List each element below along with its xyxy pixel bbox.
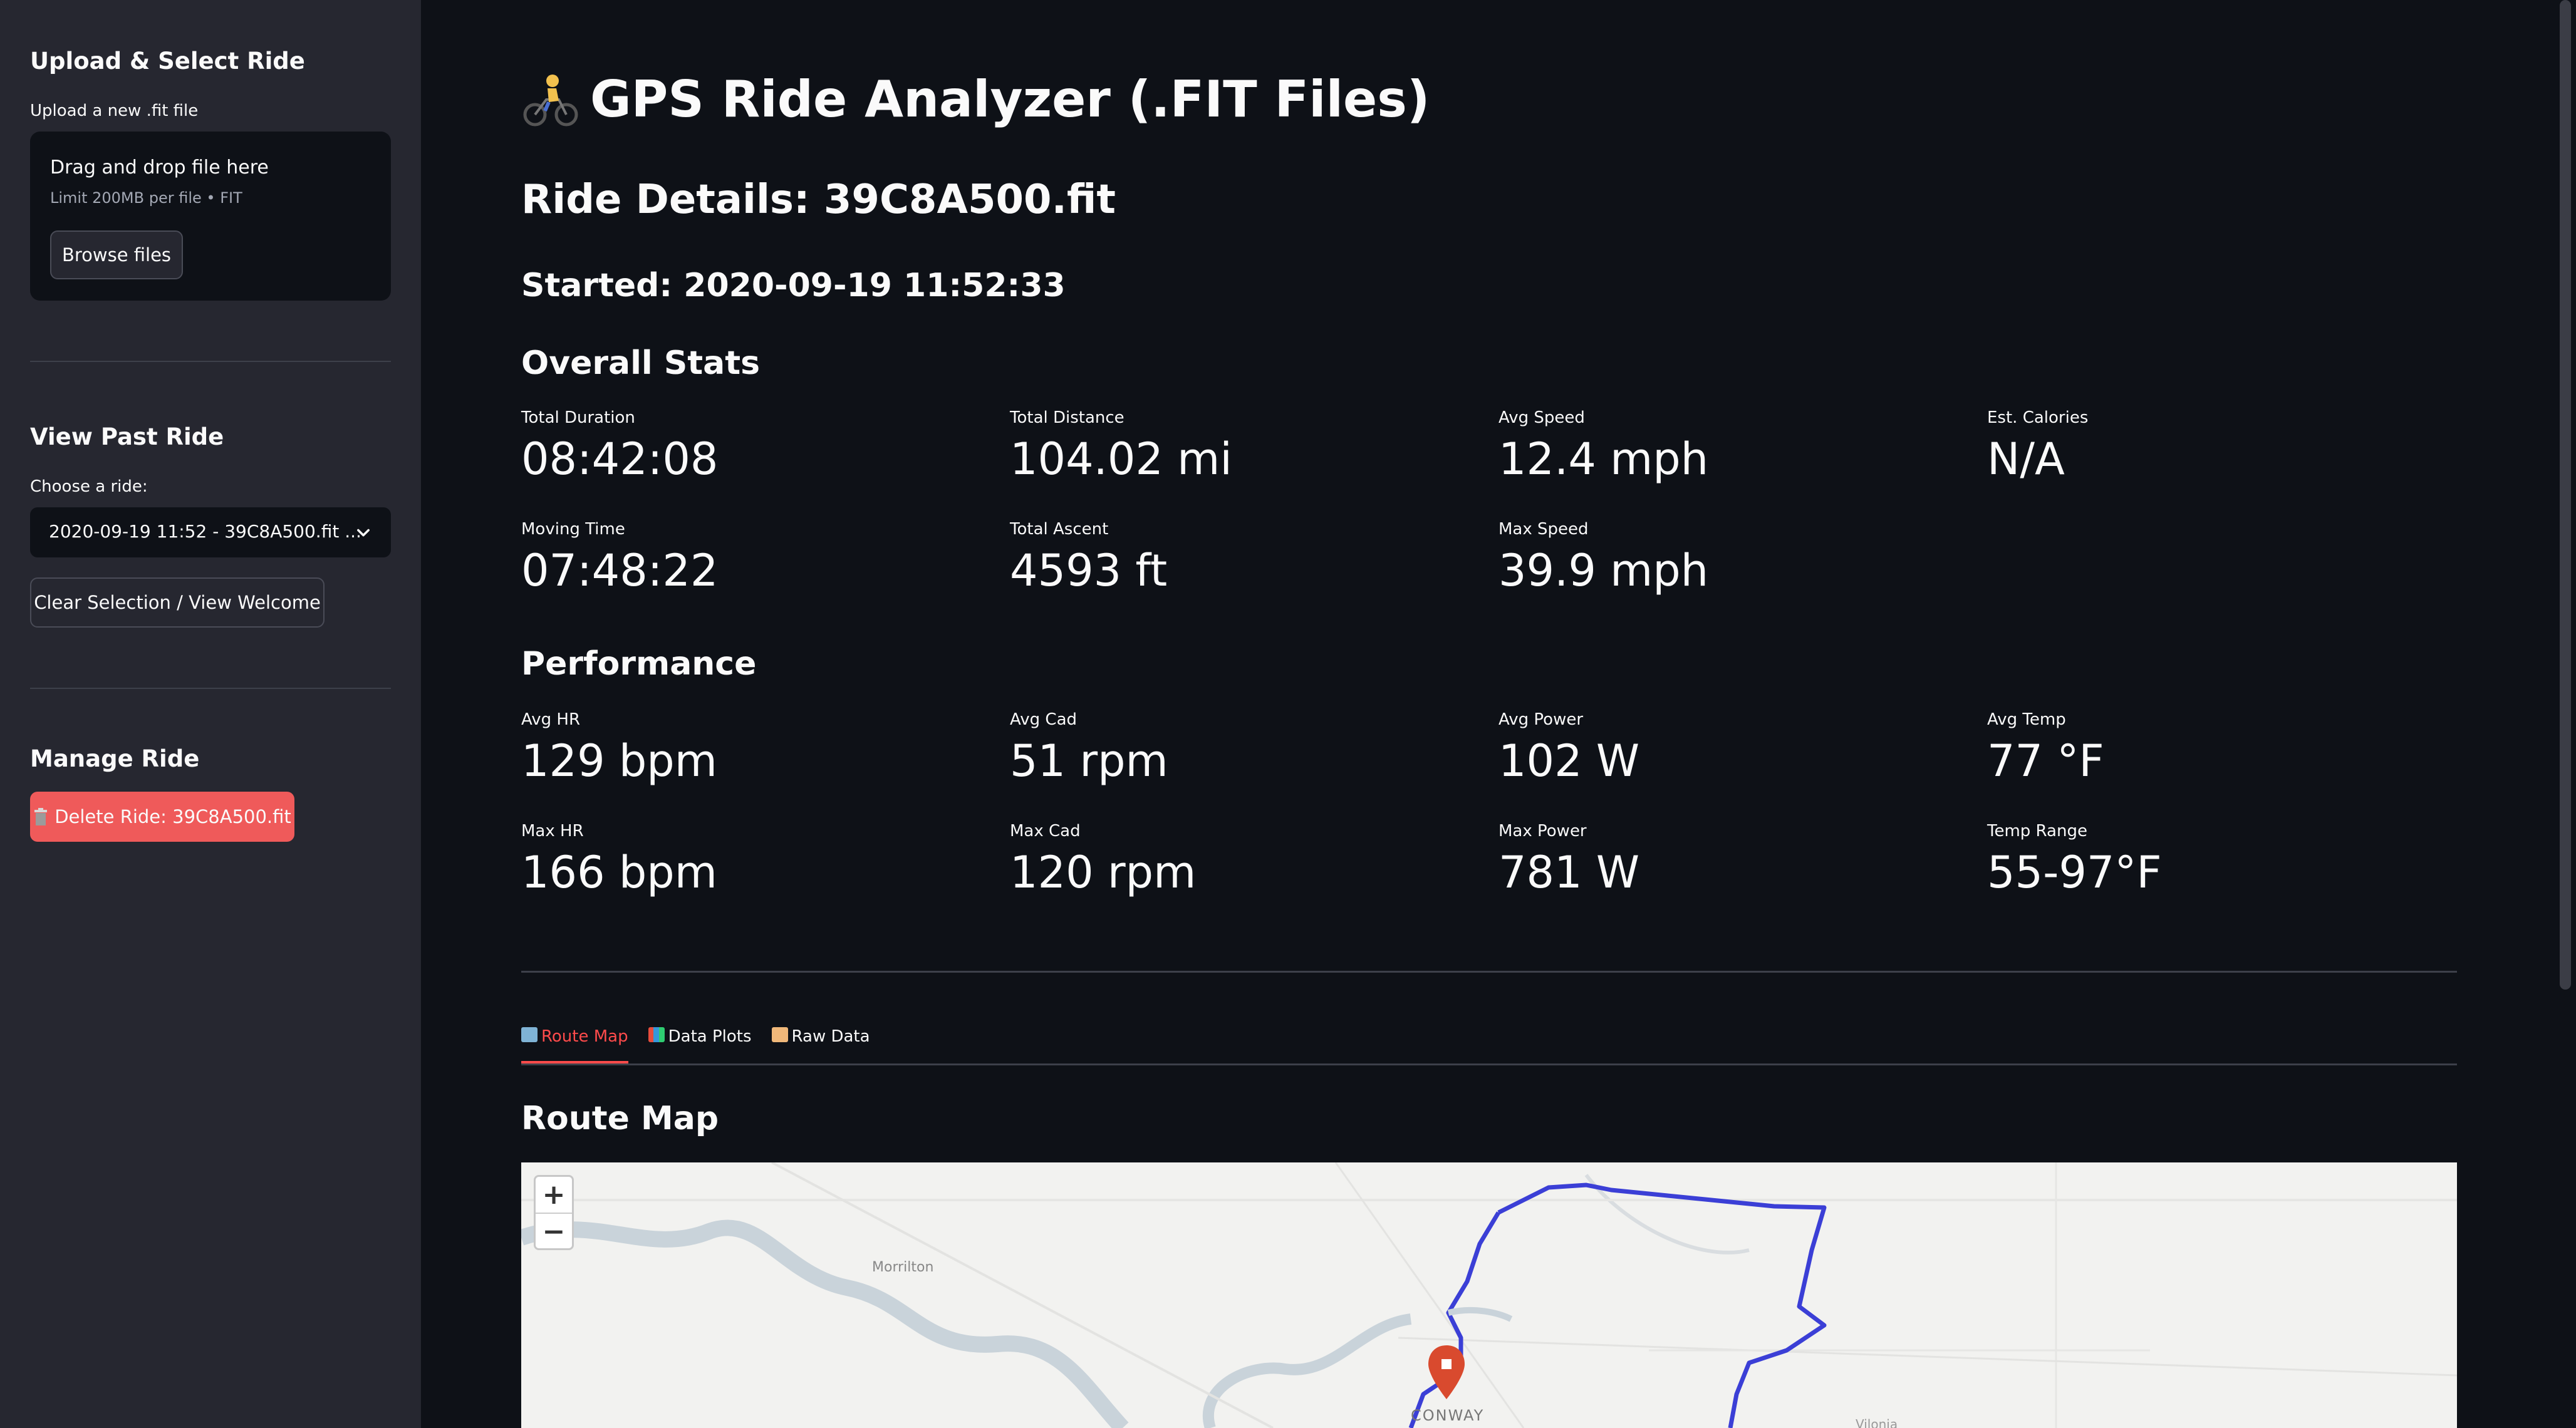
delete-ride-label: Delete Ride: 39C8A500.fit [55,806,291,827]
route-map-heading: Route Map [521,1100,719,1137]
ride-start-time: Started: 2020-09-19 11:52:33 [521,267,1066,304]
stat-avg-hr: Avg HR 129 bpm [521,710,960,785]
trash-icon [34,808,48,825]
stat-total-ascent: Total Ascent 4593 ft [1010,520,1448,595]
stat-label: Max HR [521,822,584,841]
map-label-conway: CONWAY [1411,1407,1485,1424]
bar-chart-icon [648,1027,665,1042]
stat-label: Max Speed [1498,520,1589,539]
stat-value: N/A [1987,433,2065,485]
stat-value: 39.9 mph [1498,545,1709,596]
tab-label: Route Map [541,1027,628,1046]
sidebar: Upload & Select Ride Upload a new .fit f… [0,0,421,1428]
stat-value: 104.02 mi [1010,433,1232,485]
map-icon [521,1027,538,1042]
route-map[interactable]: Morrilton CONWAY Vilonia + − [521,1162,2457,1428]
file-dropzone[interactable]: Drag and drop file here Limit 200MB per … [30,132,391,301]
stat-max-power: Max Power 781 W [1498,822,1937,897]
stat-value: 120 rpm [1010,847,1197,898]
stat-value: 4593 ft [1010,545,1168,596]
stat-label: Temp Range [1987,822,2087,841]
manage-ride-heading: Manage Ride [30,745,200,772]
zoom-control: + − [534,1175,574,1250]
stat-total-duration: Total Duration 08:42:08 [521,408,960,484]
choose-ride-label: Choose a ride: [30,477,148,496]
stat-value: 77 °F [1987,735,2104,787]
page-scrollbar[interactable] [2560,0,2571,990]
stat-label: Max Cad [1010,822,1081,841]
stat-value: 07:48:22 [521,545,719,596]
stat-label: Avg Temp [1987,710,2066,729]
page-title: GPS Ride Analyzer (.FIT Files) [521,70,1430,128]
tab-data-plots[interactable]: Data Plots [648,1023,752,1067]
tab-raw-data[interactable]: Raw Data [771,1023,870,1067]
stat-max-hr: Max HR 166 bpm [521,822,960,897]
stat-value: 51 rpm [1010,735,1168,787]
stat-label: Total Duration [521,408,635,427]
stat-label: Total Ascent [1010,520,1109,539]
stat-label: Avg Cad [1010,710,1078,729]
map-pin-icon[interactable] [1426,1344,1467,1402]
stat-avg-power: Avg Power 102 W [1498,710,1937,785]
ride-select[interactable]: 2020-09-19 11:52 - 39C8A500.fit ... [30,507,391,557]
stat-label: Avg HR [521,710,581,729]
sidebar-divider [30,361,391,362]
performance-heading: Performance [521,645,757,683]
stat-value: 55-97°F [1987,847,2162,898]
folder-icon [771,1027,788,1042]
map-label-morrilton: Morrilton [872,1260,934,1275]
stat-label: Est. Calories [1987,408,2089,427]
stat-value: 781 W [1498,847,1640,898]
past-ride-heading: View Past Ride [30,423,224,450]
tab-route-map[interactable]: Route Map [521,1023,628,1067]
stat-avg-cad: Avg Cad 51 rpm [1010,710,1448,785]
browse-files-button[interactable]: Browse files [50,230,183,279]
stat-est-calories: Est. Calories N/A [1987,408,2426,484]
main-content: GPS Ride Analyzer (.FIT Files) Ride Deta… [421,0,2576,1428]
delete-ride-button[interactable]: Delete Ride: 39C8A500.fit [30,792,294,842]
stat-value: 12.4 mph [1498,433,1709,485]
tab-label: Raw Data [791,1027,870,1046]
stat-value: 166 bpm [521,847,717,898]
ride-select-value: 2020-09-19 11:52 - 39C8A500.fit ... [49,521,361,542]
stat-moving-time: Moving Time 07:48:22 [521,520,960,595]
page-title-text: GPS Ride Analyzer (.FIT Files) [590,70,1430,128]
stat-label: Avg Speed [1498,408,1585,427]
upload-heading: Upload & Select Ride [30,48,305,75]
cyclist-icon [523,74,578,126]
tab-underline [521,1063,2457,1065]
view-tabs: Route Map Data Plots Raw Data [521,1023,870,1067]
stat-value: 08:42:08 [521,433,719,485]
stat-temp-range: Temp Range 55-97°F [1987,822,2426,897]
stat-max-cad: Max Cad 120 rpm [1010,822,1448,897]
stat-total-distance: Total Distance 104.02 mi [1010,408,1448,484]
overall-stats-heading: Overall Stats [521,344,761,382]
stat-label: Moving Time [521,520,625,539]
dropzone-title: Drag and drop file here [50,157,269,178]
clear-selection-button[interactable]: Clear Selection / View Welcome [30,577,325,628]
zoom-out-button[interactable]: − [536,1214,572,1250]
tab-label: Data Plots [668,1027,752,1046]
chevron-down-icon [357,529,370,537]
stat-value: 102 W [1498,735,1640,787]
sidebar-divider [30,688,391,689]
ride-details-heading: Ride Details: 39C8A500.fit [521,177,1116,223]
stat-max-speed: Max Speed 39.9 mph [1498,520,1937,595]
stat-label: Total Distance [1010,408,1124,427]
stat-avg-temp: Avg Temp 77 °F [1987,710,2426,785]
map-label-vilonia: Vilonia [1856,1417,1898,1428]
stat-value: 129 bpm [521,735,717,787]
section-divider [521,971,2457,973]
stat-label: Max Power [1498,822,1587,841]
stat-avg-speed: Avg Speed 12.4 mph [1498,408,1937,484]
dropzone-limit: Limit 200MB per file • FIT [50,189,242,207]
zoom-in-button[interactable]: + [536,1177,572,1213]
upload-label: Upload a new .fit file [30,101,199,120]
stat-label: Avg Power [1498,710,1584,729]
map-tiles [521,1162,2457,1428]
